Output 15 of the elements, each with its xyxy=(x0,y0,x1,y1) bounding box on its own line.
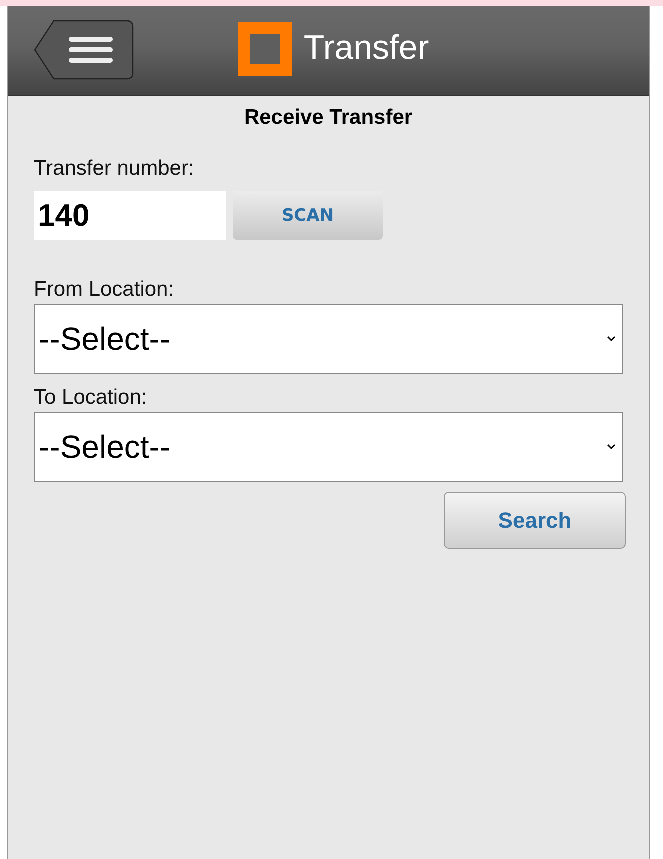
page-title: Receive Transfer xyxy=(243,105,414,130)
location-dropdown[interactable]: --Select-- xyxy=(34,412,623,482)
field-label: Transfer number: xyxy=(34,157,196,181)
logo-icon xyxy=(238,22,292,76)
scan-button[interactable]: SCAN xyxy=(233,191,383,240)
transfer-number-field[interactable]: 140 xyxy=(34,191,226,240)
location-dropdown[interactable]: --Select-- xyxy=(34,304,623,374)
app-title: Transfer xyxy=(304,29,430,68)
menu-icon xyxy=(69,36,113,64)
chevron-icon xyxy=(607,444,616,450)
field-label: From Location: xyxy=(34,278,176,302)
search-button[interactable]: Search xyxy=(444,492,626,549)
field-label: To Location: xyxy=(34,386,148,410)
menu-button[interactable] xyxy=(34,20,134,80)
chevron-icon xyxy=(607,336,616,342)
